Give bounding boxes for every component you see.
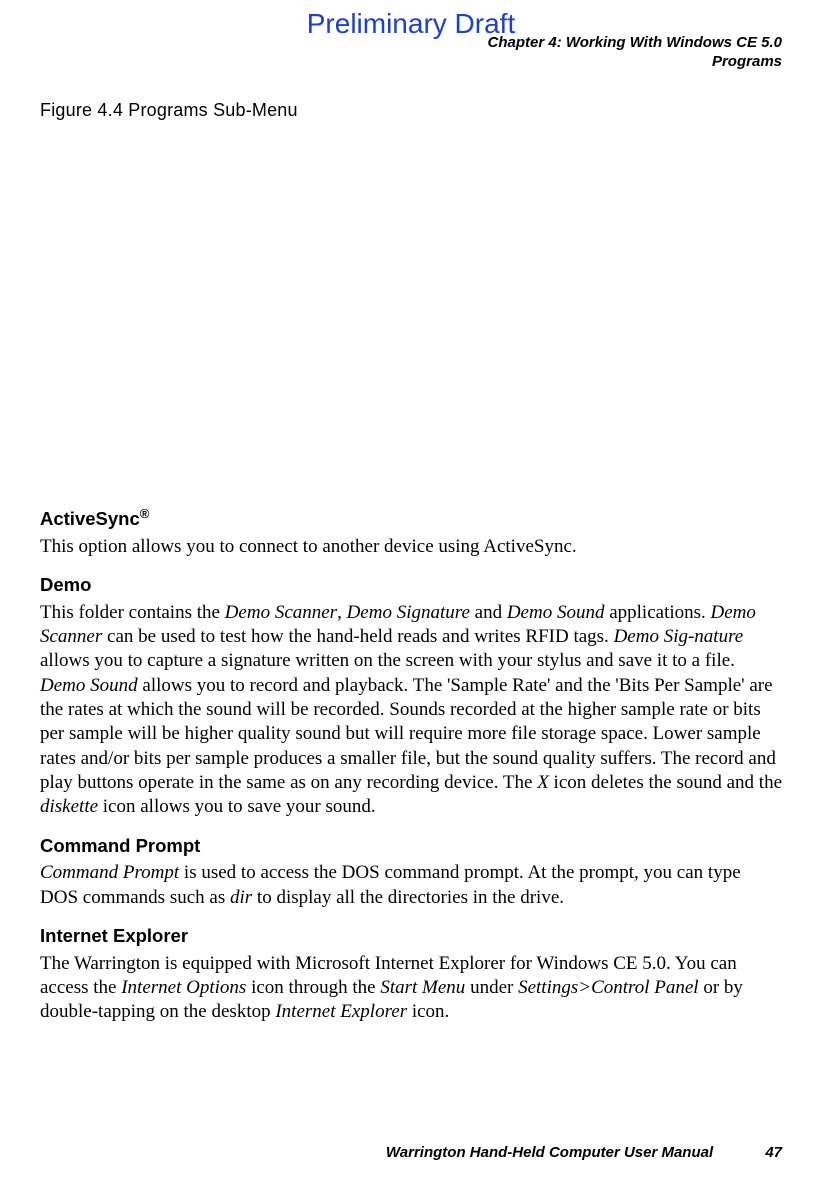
text-run: , (337, 602, 347, 623)
text-run: Demo Sound (507, 602, 605, 623)
header-chapter: Chapter 4: Working With Windows CE 5.0 (488, 34, 782, 53)
text-run: Demo Signature (347, 602, 470, 623)
text-run: X (537, 772, 549, 793)
text-run: diskette (40, 796, 98, 817)
heading-command-prompt: Command Prompt (40, 834, 782, 858)
text-run: Demo Scanner (225, 602, 337, 623)
heading-demo: Demo (40, 573, 782, 597)
footer-manual-title: Warrington Hand-Held Computer User Manua… (386, 1144, 713, 1161)
text-run: Demo Sound (40, 675, 138, 696)
text-run: to display all the directories in the dr… (252, 887, 564, 908)
body-content: ActiveSync® This option allows you to co… (40, 492, 782, 1035)
internet-explorer-body: The Warrington is equipped with Microsof… (40, 952, 782, 1025)
page: Preliminary Draft Chapter 4: Working Wit… (0, 0, 822, 1195)
activesync-body: This option allows you to connect to ano… (40, 535, 782, 559)
heading-activesync: ActiveSync® (40, 506, 782, 531)
text-run: Command Prompt (40, 862, 179, 883)
header-section: Programs (488, 53, 782, 72)
text-run: can be used to test how the hand-held re… (102, 626, 613, 647)
page-footer: Warrington Hand-Held Computer User Manua… (40, 1144, 782, 1161)
heading-activesync-text: ActiveSync (40, 508, 140, 529)
demo-body: This folder contains the Demo Scanner, D… (40, 601, 782, 820)
text-run: This folder contains the (40, 602, 225, 623)
figure-caption: Figure 4.4 Programs Sub-Menu (40, 100, 298, 121)
text-run: allows you to capture a signature writte… (40, 650, 735, 671)
registered-symbol: ® (140, 506, 150, 521)
text-run: under (465, 977, 518, 998)
heading-internet-explorer: Internet Explorer (40, 924, 782, 948)
text-run: Settings>Control Panel (518, 977, 698, 998)
footer-page-number: 47 (765, 1144, 782, 1161)
text-run: dir (230, 887, 252, 908)
text-run: and (470, 602, 507, 623)
command-prompt-body: Command Prompt is used to access the DOS… (40, 861, 782, 910)
text-run: Demo Sig-nature (614, 626, 744, 647)
text-run: Internet Explorer (275, 1001, 407, 1022)
text-run: icon deletes the sound and the (549, 772, 782, 793)
text-run: icon. (407, 1001, 449, 1022)
text-run: Start Menu (380, 977, 465, 998)
text-run: Internet Options (121, 977, 246, 998)
text-run: icon allows you to save your sound. (98, 796, 376, 817)
page-header: Chapter 4: Working With Windows CE 5.0 P… (488, 34, 782, 72)
text-run: applications. (604, 602, 710, 623)
text-run: icon through the (246, 977, 380, 998)
